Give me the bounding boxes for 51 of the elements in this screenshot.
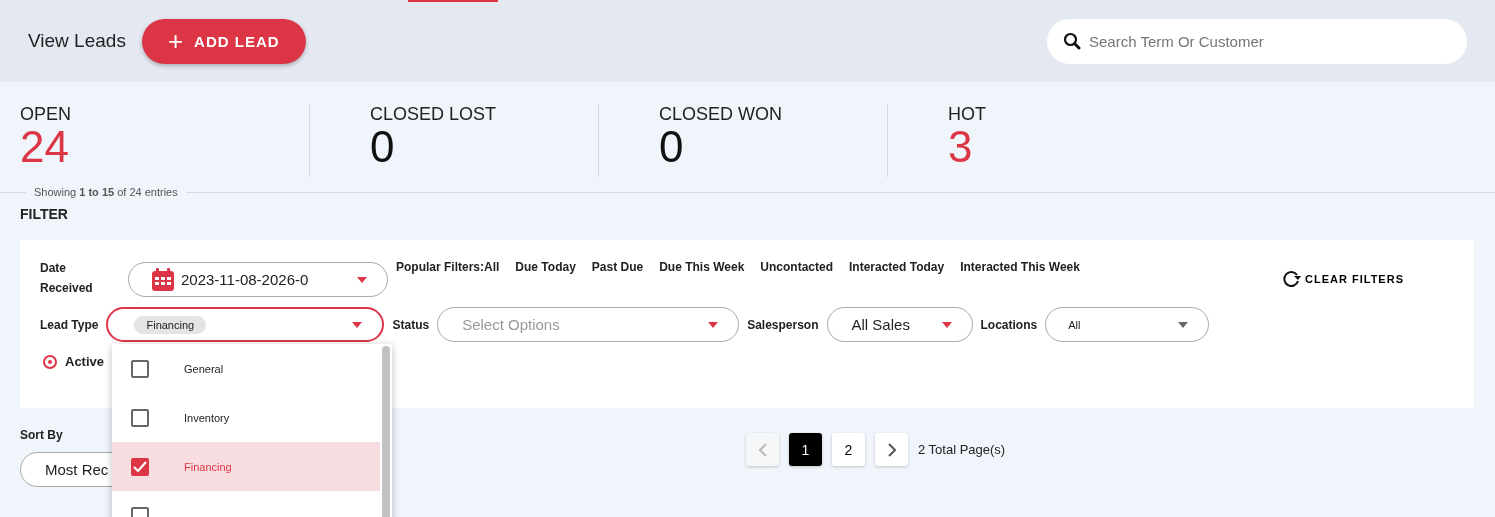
stat-value: 24 (20, 125, 70, 169)
dropdown-option[interactable]: Financing (112, 442, 380, 491)
caret-icon (1178, 321, 1189, 328)
sort-label: Sort By (20, 428, 64, 442)
next-page-button[interactable] (875, 433, 908, 466)
selected-chip: Financing (134, 315, 207, 334)
entries-count: Showing 1 to 15 of 24 entries (34, 186, 178, 198)
clear-filters-button[interactable]: CLEAR FILTERS (1282, 270, 1404, 288)
stat-label: CLOSED LOST (370, 104, 498, 125)
radio-button[interactable] (43, 354, 57, 369)
field-label: Lead Type (40, 317, 99, 332)
total-pages: 2 Total Page(s) (918, 442, 1006, 457)
refresh-icon (1282, 270, 1303, 288)
field-label: Salesperson (747, 317, 819, 332)
caret-icon (941, 321, 952, 328)
calendar-icon (151, 267, 175, 292)
filter-link[interactable]: Uncontacted (760, 260, 833, 274)
filter-link[interactable]: Due This Week (659, 260, 745, 274)
stat-value: 3 (948, 125, 974, 169)
field-label: Locations (980, 317, 1038, 332)
stat-label: CLOSED WON (659, 104, 783, 125)
field-label: Date Received (40, 260, 94, 297)
checkbox[interactable] (131, 457, 149, 476)
dropdown-option[interactable]: General (112, 344, 380, 393)
scrollbar[interactable] (382, 346, 390, 517)
page-button[interactable]: 1 (789, 433, 822, 466)
add-lead-button[interactable]: + ADD LEAD (141, 18, 306, 64)
filter-link[interactable]: Interacted Today (849, 260, 945, 274)
checkbox[interactable] (131, 359, 149, 378)
lead-type-select[interactable]: Financing (106, 307, 385, 342)
filter-link[interactable]: Popular Filters:All (396, 260, 500, 274)
radio-label: Active (65, 354, 105, 369)
field-label: Status (392, 317, 430, 332)
caret-icon (708, 321, 719, 328)
stat-label: HOT (948, 104, 987, 125)
filter-link[interactable]: Due Today (515, 260, 576, 274)
filter-heading: FILTER (20, 206, 69, 222)
caret-icon (352, 321, 363, 328)
stat-value: 0 (370, 125, 396, 169)
checkbox[interactable] (131, 408, 149, 427)
page-button[interactable]: 2 (832, 433, 865, 466)
filter-link[interactable]: Interacted This Week (960, 260, 1080, 274)
search-field[interactable]: Search Term Or Customer (1047, 18, 1467, 64)
caret-icon (357, 276, 367, 283)
dropdown-option[interactable]: Inventory (112, 393, 380, 442)
stat-value: 0 (659, 125, 685, 169)
chevron-right-icon (887, 442, 896, 457)
chevron-left-icon (758, 442, 767, 457)
stat-label: OPEN (20, 104, 72, 125)
page-title: View Leads (28, 30, 126, 52)
filter-link[interactable]: Past Due (591, 260, 644, 274)
